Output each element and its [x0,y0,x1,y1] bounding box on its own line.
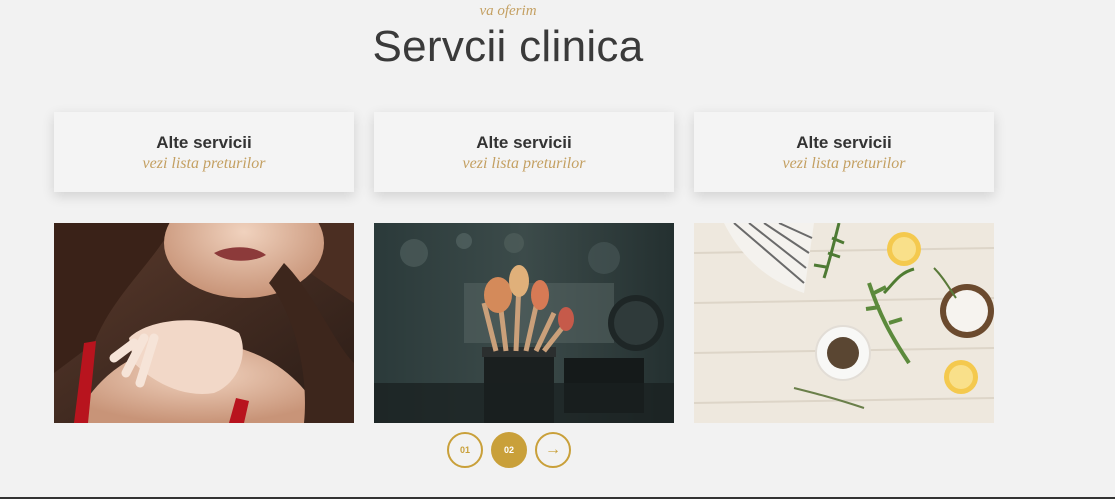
service-card-2[interactable]: Alte servicii vezi lista preturilor [374,112,674,192]
section-title: Servcii clinica [372,22,644,71]
service-card-link[interactable]: vezi lista preturilor [374,155,674,173]
woman-shoulder-photo[interactable] [54,223,354,423]
service-card-title: Alte servicii [476,133,572,152]
service-card-title: Alte servicii [156,133,252,152]
woman-shoulder-image [54,223,354,423]
page-button-02[interactable]: 02 [491,432,527,468]
service-card-3[interactable]: Alte servicii vezi lista preturilor [694,112,994,192]
next-page-arrow-icon[interactable]: → [535,432,571,468]
section-subtitle: va oferim [479,3,537,19]
service-card-link[interactable]: vezi lista preturilor [54,155,354,173]
service-card-title: Alte servicii [796,133,892,152]
page-button-01[interactable]: 01 [447,432,483,468]
service-card-1[interactable]: Alte servicii vezi lista preturilor [54,112,354,192]
service-card-link[interactable]: vezi lista preturilor [694,155,994,173]
spa-ingredients-image [694,223,994,423]
makeup-brushes-image [374,223,674,423]
spa-ingredients-photo[interactable] [694,223,994,423]
makeup-brushes-photo[interactable] [374,223,674,423]
